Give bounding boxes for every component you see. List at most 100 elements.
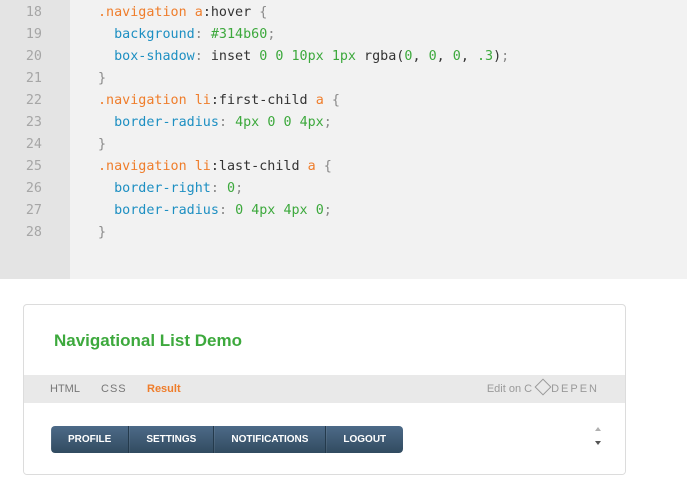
code-token: a	[315, 93, 324, 108]
code-text: border-radius: 0 4px 4px 0;	[98, 200, 332, 222]
code-token: 4px	[251, 203, 276, 218]
code-token: 4px	[283, 203, 308, 218]
code-line: 26 border-right: 0;	[0, 178, 687, 200]
code-text: background: #314b60;	[98, 24, 275, 46]
code-text: .navigation a:hover {	[98, 2, 267, 24]
line-number: 18	[25, 5, 42, 20]
code-token: }	[98, 137, 107, 152]
code-token: ,	[436, 49, 453, 64]
code-token: ;	[267, 27, 276, 42]
code-token: :	[218, 203, 236, 218]
tab-css[interactable]: CSS	[101, 375, 127, 403]
code-token: 0	[315, 203, 324, 218]
code-token: :	[218, 115, 236, 130]
code-text: }	[98, 68, 106, 90]
code-token: ;	[323, 115, 332, 130]
code-token: ;	[323, 203, 332, 218]
code-token: 0	[283, 115, 292, 130]
code-token: box-shadow	[114, 49, 195, 64]
code-token: .navigation	[98, 5, 195, 20]
nav-item-logout[interactable]: LOGOUT	[326, 426, 403, 453]
code-token: border-radius	[114, 203, 219, 218]
code-line: 19 background: #314b60;	[0, 24, 687, 46]
code-token: {	[331, 93, 340, 108]
nav-item-profile[interactable]: PROFILE	[51, 426, 130, 453]
code-text: .navigation li:first-child a {	[98, 90, 340, 112]
code-token: ;	[235, 181, 244, 196]
nav-item-notifications[interactable]: NOTIFICATIONS	[214, 426, 327, 453]
edit-on-codepen-link[interactable]: Edit on C DEPEN	[487, 375, 599, 403]
code-token: 0	[227, 181, 236, 196]
code-token: li	[194, 159, 211, 174]
code-token: )	[493, 49, 502, 64]
code-line: 18 .navigation a:hover {	[0, 2, 687, 24]
line-number: 28	[25, 225, 42, 240]
code-text: border-radius: 4px 0 0 4px;	[98, 112, 332, 134]
code-token: }	[98, 225, 107, 240]
codepen-brand-b: DEPEN	[551, 383, 599, 395]
code-token: {	[259, 5, 268, 20]
line-number: 24	[25, 137, 42, 152]
code-token: a	[194, 5, 203, 20]
code-token: ;	[501, 49, 510, 64]
code-text: .navigation li:last-child a {	[98, 156, 332, 178]
code-token: :	[210, 181, 227, 196]
code-token: :first-child	[210, 93, 316, 108]
result-area: PROFILE SETTINGS NOTIFICATIONS LOGOUT	[24, 403, 625, 474]
result-scrollbar[interactable]	[593, 424, 603, 450]
code-token: border-right	[114, 181, 211, 196]
line-number: 27	[25, 203, 42, 218]
code-token: inset	[210, 49, 260, 64]
code-line: 22 .navigation li:first-child a {	[0, 90, 687, 112]
tab-html[interactable]: HTML	[50, 375, 80, 403]
line-number: 25	[25, 159, 42, 174]
code-token: li	[194, 93, 211, 108]
code-line: 25 .navigation li:last-child a {	[0, 156, 687, 178]
code-line: 21}	[0, 68, 687, 90]
nav-item-settings[interactable]: SETTINGS	[129, 426, 215, 453]
code-token: background	[114, 27, 195, 42]
code-line: 23 border-radius: 4px 0 0 4px;	[0, 112, 687, 134]
code-token: :	[194, 27, 211, 42]
line-number: 23	[25, 115, 42, 130]
code-text: }	[98, 222, 106, 244]
codepen-embed: Navigational List Demo HTML CSS Result E…	[23, 304, 626, 475]
code-line: 24}	[0, 134, 687, 156]
line-number: 22	[25, 93, 42, 108]
code-token: 4px	[299, 115, 324, 130]
code-text: box-shadow: inset 0 0 10px 1px rgba(0, 0…	[98, 46, 509, 68]
navigation-bar: PROFILE SETTINGS NOTIFICATIONS LOGOUT	[51, 426, 404, 453]
tab-result[interactable]: Result	[147, 375, 181, 403]
scroll-up-icon[interactable]	[595, 427, 601, 431]
code-token: #314b60	[210, 27, 268, 42]
codepen-brand-a: C	[524, 383, 535, 395]
code-line: 20 box-shadow: inset 0 0 10px 1px rgba(0…	[0, 46, 687, 68]
embed-tab-bar: HTML CSS Result Edit on C DEPEN	[24, 375, 625, 403]
line-number: 20	[25, 49, 42, 64]
embed-title: Navigational List Demo	[54, 331, 242, 350]
code-token: ,	[412, 49, 429, 64]
code-token: .navigation	[98, 159, 195, 174]
scroll-down-icon[interactable]	[595, 441, 601, 445]
code-block: 18 .navigation a:hover {19 background: #3…	[0, 0, 687, 279]
code-token: 0	[452, 49, 461, 64]
code-text: border-right: 0;	[98, 178, 243, 200]
code-token: :last-child	[210, 159, 308, 174]
code-token: ,	[460, 49, 477, 64]
code-token: .navigation	[98, 93, 195, 108]
code-line: 27 border-radius: 0 4px 4px 0;	[0, 200, 687, 222]
code-token: 1px	[331, 49, 356, 64]
code-token: a	[307, 159, 316, 174]
